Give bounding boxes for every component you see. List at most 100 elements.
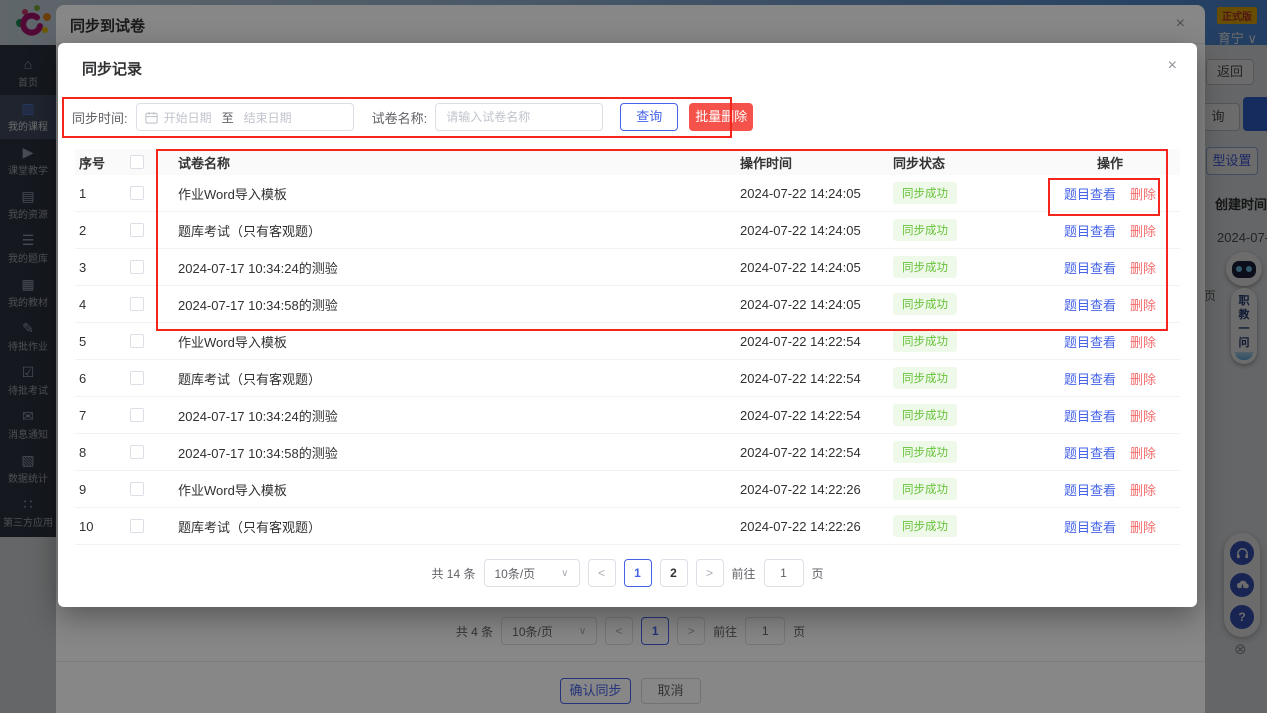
- row-checkbox[interactable]: [130, 260, 144, 274]
- prev-page-button[interactable]: <: [588, 559, 616, 587]
- table-body: 1作业Word导入模板2024-07-22 14:24:05同步成功题目查看删除…: [75, 175, 1180, 545]
- sync-time-label: 同步时间:: [72, 108, 128, 127]
- view-questions-link[interactable]: 题目查看: [1064, 187, 1116, 202]
- chevron-down-icon: ∨: [561, 568, 568, 579]
- row-checkbox[interactable]: [130, 445, 144, 459]
- row-checkbox[interactable]: [130, 186, 144, 200]
- inner-close-icon[interactable]: ×: [1168, 57, 1177, 75]
- row-checkbox[interactable]: [130, 408, 144, 422]
- row-checkbox[interactable]: [130, 223, 144, 237]
- operation-time: 2024-07-22 14:22:26: [730, 482, 880, 497]
- status-column-header: 同步状态: [880, 153, 1040, 172]
- paper-name: 题库考试（只有客观题）: [160, 517, 730, 536]
- operation-time: 2024-07-22 14:24:05: [730, 223, 880, 238]
- operation-time: 2024-07-22 14:22:54: [730, 334, 880, 349]
- select-all-checkbox[interactable]: [130, 155, 144, 169]
- paper-name: 2024-07-17 10:34:58的测验: [160, 295, 730, 314]
- row-checkbox[interactable]: [130, 334, 144, 348]
- calendar-icon: [145, 111, 158, 124]
- delete-link[interactable]: 删除: [1130, 372, 1156, 387]
- date-range-picker[interactable]: 开始日期 至 结束日期: [136, 103, 354, 131]
- delete-link[interactable]: 删除: [1130, 335, 1156, 350]
- view-questions-link[interactable]: 题目查看: [1064, 298, 1116, 313]
- view-questions-link[interactable]: 题目查看: [1064, 261, 1116, 276]
- goto-page-input[interactable]: [764, 559, 804, 587]
- table-row: 72024-07-17 10:34:24的测验2024-07-22 14:22:…: [75, 397, 1180, 434]
- paper-name-label: 试卷名称:: [372, 108, 428, 127]
- range-separator: 至: [222, 109, 234, 126]
- paper-name: 作业Word导入模板: [160, 184, 730, 203]
- sync-status-badge: 同步成功: [893, 404, 957, 426]
- paper-name: 2024-07-17 10:34:58的测验: [160, 443, 730, 462]
- total-count: 共 14 条: [431, 565, 475, 582]
- name-column-header: 试卷名称: [160, 153, 730, 172]
- sync-status-badge: 同步成功: [893, 256, 957, 278]
- start-date-placeholder[interactable]: 开始日期: [164, 109, 212, 126]
- app-root: 正式版 育宁 ∨ ⌂首页▥我的课程▶课堂教学▤我的资源☰我的题库▦我的教材✎待批…: [0, 0, 1267, 713]
- row-checkbox[interactable]: [130, 297, 144, 311]
- delete-link[interactable]: 删除: [1130, 409, 1156, 424]
- view-questions-link[interactable]: 题目查看: [1064, 483, 1116, 498]
- sync-status-badge: 同步成功: [893, 441, 957, 463]
- operation-time: 2024-07-22 14:24:05: [730, 260, 880, 275]
- paper-name: 作业Word导入模板: [160, 332, 730, 351]
- row-index: 5: [75, 334, 130, 349]
- sync-status-badge: 同步成功: [893, 182, 957, 204]
- page-unit: 页: [812, 565, 824, 582]
- table-row: 8 2024-07-17 10:34:58的测验2024-07-22 14:22:…: [75, 434, 1180, 471]
- row-index: 1: [75, 186, 130, 201]
- search-button[interactable]: 查询: [620, 103, 678, 131]
- view-questions-link[interactable]: 题目查看: [1064, 409, 1116, 424]
- view-questions-link[interactable]: 题目查看: [1064, 446, 1116, 461]
- delete-link[interactable]: 删除: [1130, 520, 1156, 535]
- view-questions-link[interactable]: 题目查看: [1064, 224, 1116, 239]
- row-index: 6: [75, 371, 130, 386]
- paper-name: 题库考试（只有客观题）: [160, 221, 730, 240]
- filter-bar: 同步时间: 开始日期 至 结束日期 试卷名称: 查询 批量删除: [72, 100, 753, 134]
- row-checkbox[interactable]: [130, 519, 144, 533]
- operation-time: 2024-07-22 14:24:05: [730, 297, 880, 312]
- sync-status-badge: 同步成功: [893, 515, 957, 537]
- paper-name: 2024-07-17 10:34:24的测验: [160, 258, 730, 277]
- operation-time: 2024-07-22 14:22:54: [730, 371, 880, 386]
- row-checkbox[interactable]: [130, 482, 144, 496]
- row-index: 9: [75, 482, 130, 497]
- inner-pagination: 共 14 条 10条/页 ∨ < 1 2 > 前往 页: [58, 556, 1197, 590]
- table-row: 9作业Word导入模板2024-07-22 14:22:26同步成功题目查看删除: [75, 471, 1180, 508]
- action-column-header: 操作: [1040, 153, 1180, 172]
- table-header-row: 序号 试卷名称 操作时间 同步状态 操作: [75, 149, 1180, 175]
- row-index: 8: [75, 445, 130, 460]
- delete-link[interactable]: 删除: [1130, 446, 1156, 461]
- table-row: 2 题库考试（只有客观题）2024-07-22 14:24:05 同步成功 题目查看删…: [75, 212, 1180, 249]
- sync-status-badge: 同步成功: [893, 293, 957, 315]
- delete-link[interactable]: 删除: [1130, 298, 1156, 313]
- view-questions-link[interactable]: 题目查看: [1064, 520, 1116, 535]
- sync-status-badge: 同步成功: [893, 219, 957, 241]
- delete-link[interactable]: 删除: [1130, 483, 1156, 498]
- operation-time: 2024-07-22 14:22:54: [730, 445, 880, 460]
- row-index: 2: [75, 223, 130, 238]
- paper-name-input[interactable]: [435, 103, 603, 131]
- page-number-button[interactable]: 1: [624, 559, 652, 587]
- table-row: 6题库考试（只有客观题）2024-07-22 14:22:54同步成功题目查看删…: [75, 360, 1180, 397]
- end-date-placeholder[interactable]: 结束日期: [244, 109, 292, 126]
- index-column-header: 序号: [75, 153, 130, 172]
- row-checkbox[interactable]: [130, 371, 144, 385]
- sync-status-badge: 同步成功: [893, 330, 957, 352]
- view-questions-link[interactable]: 题目查看: [1064, 335, 1116, 350]
- delete-link[interactable]: 删除: [1130, 261, 1156, 276]
- operation-time: 2024-07-22 14:24:05: [730, 186, 880, 201]
- batch-delete-button[interactable]: 批量删除: [689, 103, 753, 131]
- sync-status-badge: 同步成功: [893, 367, 957, 389]
- operation-time: 2024-07-22 14:22:54: [730, 408, 880, 423]
- view-questions-link[interactable]: 题目查看: [1064, 372, 1116, 387]
- page-size-select[interactable]: 10条/页 ∨: [484, 559, 580, 587]
- time-column-header: 操作时间: [730, 153, 880, 172]
- next-page-button[interactable]: >: [696, 559, 724, 587]
- paper-name: 2024-07-17 10:34:24的测验: [160, 406, 730, 425]
- page-number-button[interactable]: 2: [660, 559, 688, 587]
- delete-link[interactable]: 删除: [1130, 224, 1156, 239]
- goto-label: 前往: [732, 565, 756, 582]
- table-row: 32024-07-17 10:34:24的测验2024-07-22 14:24:…: [75, 249, 1180, 286]
- delete-link[interactable]: 删除: [1130, 187, 1156, 202]
